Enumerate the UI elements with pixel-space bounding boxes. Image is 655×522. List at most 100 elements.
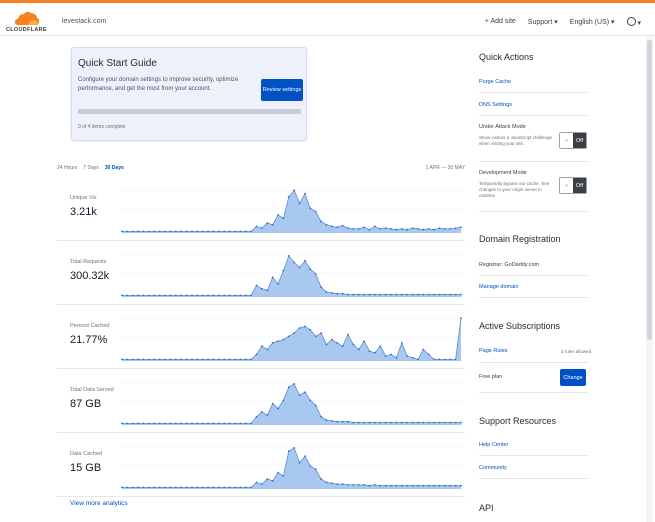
metric-total-data-served[interactable]: Total Data Served 87 GB <box>57 369 465 433</box>
support-menu[interactable]: Support ▾ <box>528 18 558 26</box>
chart-point <box>395 228 398 231</box>
chart-point <box>239 230 242 233</box>
chart-point <box>255 415 258 418</box>
under-attack-mode-toggle[interactable]: « Off <box>559 132 587 149</box>
metric-percent-cached[interactable]: Percent Cached 21.77% <box>57 305 465 369</box>
divider <box>479 297 588 298</box>
chart-point <box>422 293 425 296</box>
chart-point <box>164 422 166 425</box>
metric-unique-visitors[interactable]: Unique Vis 3.21k <box>57 177 465 241</box>
chart-point <box>347 333 349 336</box>
chart-point <box>341 483 344 485</box>
chart-point <box>347 227 349 229</box>
chart-point <box>417 358 419 361</box>
tab-24-hours[interactable]: 24 Hours <box>57 165 77 171</box>
change-plan-button[interactable]: Change <box>560 369 586 386</box>
tab-30-days[interactable]: 30 Days <box>105 165 124 171</box>
development-mode-toggle[interactable]: « Off <box>559 177 587 194</box>
chart-point <box>148 230 150 233</box>
chart-point <box>148 486 150 489</box>
page-scrollbar[interactable] <box>646 36 653 522</box>
account-menu[interactable]: ▾ <box>626 16 641 27</box>
chart-point <box>277 407 279 410</box>
chart-point <box>390 353 392 356</box>
quick-start-count: 0 of 4 items complete <box>78 124 126 130</box>
chart-point <box>390 421 392 424</box>
metric-label: Unique Vis <box>70 195 97 201</box>
chart-point <box>293 447 296 449</box>
chart-point <box>374 225 376 228</box>
chart-point <box>454 227 457 229</box>
chart-point <box>304 192 306 195</box>
metric-value: 15 GB <box>70 462 102 474</box>
chart-point <box>449 293 452 296</box>
chart-point <box>293 261 296 264</box>
help-center-link[interactable]: Help Center <box>479 442 508 448</box>
chart-point <box>460 484 462 487</box>
chart-point <box>131 230 134 233</box>
chart-point <box>212 422 215 425</box>
chart-point <box>325 343 328 346</box>
chart-point <box>142 422 145 425</box>
chart-point <box>201 486 204 489</box>
chart-point <box>336 420 339 423</box>
chart-point <box>191 486 193 489</box>
review-settings-button[interactable]: Review settings <box>261 79 303 101</box>
chart-point <box>271 402 274 405</box>
top-right-menu: + Add site Support ▾ English (US) ▾ ▾ <box>485 16 641 27</box>
chart-point <box>320 478 322 480</box>
chart-point <box>169 294 172 297</box>
chart-point <box>368 293 371 296</box>
quick-actions-title: Quick Actions <box>479 52 534 62</box>
chart-point <box>336 226 339 229</box>
registrar-text: Registrar: GoDaddy.com <box>479 262 540 268</box>
add-site-link[interactable]: + Add site <box>485 18 516 25</box>
chart-point <box>460 226 462 229</box>
chart-point <box>336 292 339 295</box>
language-menu[interactable]: English (US) ▾ <box>570 18 615 26</box>
chart-point <box>142 230 145 233</box>
domain-name[interactable]: levestack.com <box>62 18 106 25</box>
purge-cache-link[interactable]: Purge Cache <box>479 79 511 85</box>
chart-point <box>218 422 220 425</box>
chart-point <box>304 391 306 393</box>
chart-point <box>363 484 365 486</box>
chart-point <box>207 294 209 297</box>
scrollbar-thumb[interactable] <box>647 40 652 340</box>
chart-point <box>164 294 166 297</box>
view-more-analytics-link[interactable]: View more analytics <box>70 500 128 507</box>
page-rules-link[interactable]: Page Rules <box>479 348 507 354</box>
chart-point <box>433 293 435 296</box>
chart-point <box>131 294 134 297</box>
chart-point <box>427 421 430 424</box>
active-subscriptions-title: Active Subscriptions <box>479 321 561 331</box>
chart-point <box>341 224 344 227</box>
chart-point <box>174 294 177 297</box>
chart-point <box>427 353 430 356</box>
chart-point <box>223 294 226 297</box>
manage-domain-link[interactable]: Manage domain <box>479 284 518 290</box>
chart-point <box>460 421 462 424</box>
chart-point <box>454 484 457 487</box>
chart-point <box>137 358 139 361</box>
metric-data-cached[interactable]: Data Cached 15 GB <box>57 433 465 497</box>
chart-point <box>374 293 376 296</box>
community-link[interactable]: Community <box>479 465 507 471</box>
chart-point <box>207 486 209 489</box>
chart-point <box>271 342 274 344</box>
chart-point <box>438 227 441 229</box>
dns-settings-link[interactable]: DNS Settings <box>479 102 512 108</box>
chart-point <box>121 486 123 489</box>
chart-point <box>153 422 156 425</box>
metric-label: Data Cached <box>70 451 103 457</box>
quick-start-progress-bar <box>78 109 301 114</box>
chart-point <box>406 421 409 424</box>
divider <box>479 478 588 479</box>
tab-7-days[interactable]: 7 Days <box>83 165 99 171</box>
cloudflare-logo[interactable]: CLOUDFLARE <box>6 10 47 36</box>
metric-total-requests[interactable]: Total Requests 300.32k <box>57 241 465 305</box>
chart-point <box>234 486 236 489</box>
logo-wordmark: CLOUDFLARE <box>6 27 47 33</box>
chart-point <box>126 422 129 425</box>
chart-point <box>180 358 183 361</box>
